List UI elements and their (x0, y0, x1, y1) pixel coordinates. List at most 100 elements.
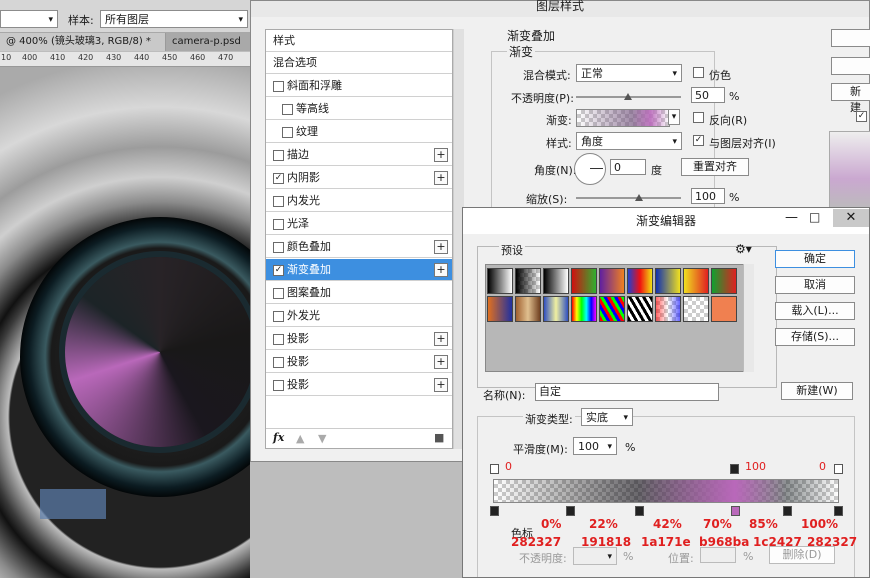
style-item-inner-shadow[interactable]: ✓ 内阴影 + (266, 167, 452, 189)
gradient-ok-button[interactable]: 确定 (775, 250, 855, 268)
gear-icon[interactable]: ⚙▾ (735, 242, 752, 256)
checkbox[interactable] (273, 150, 284, 161)
preset-swatch[interactable] (627, 296, 653, 322)
gradient-type-select[interactable]: 实底 ▾ (581, 408, 633, 426)
checkbox[interactable] (273, 357, 284, 368)
preset-swatch[interactable] (543, 296, 569, 322)
checkbox-checked[interactable]: ✓ (273, 265, 284, 276)
dither-checkbox[interactable] (693, 67, 704, 78)
new-style-button[interactable]: 新建 (831, 83, 870, 114)
close-button[interactable]: ✕ (833, 209, 869, 227)
checkbox-checked[interactable]: ✓ (273, 173, 284, 184)
opacity-input[interactable]: 50 (691, 87, 725, 103)
add-icon[interactable]: + (434, 378, 448, 392)
checkbox[interactable] (273, 380, 284, 391)
gradient-picker[interactable] (576, 109, 670, 127)
opacity-stop[interactable] (490, 464, 499, 474)
checkbox[interactable] (282, 127, 293, 138)
preset-swatch[interactable] (711, 296, 737, 322)
image-canvas[interactable] (0, 67, 250, 578)
gradient-dropdown-button[interactable]: ▾ (668, 109, 680, 125)
opacity-stop[interactable] (834, 464, 843, 474)
checkbox[interactable] (273, 288, 284, 299)
doc-tab-active[interactable]: @ 400% (镜头玻璃3, RGB/8) * (0, 33, 165, 51)
checkbox[interactable] (273, 242, 284, 253)
add-icon[interactable]: + (434, 332, 448, 346)
gradient-bar[interactable] (493, 479, 839, 503)
preset-swatch[interactable] (655, 296, 681, 322)
style-item-gradient-overlay[interactable]: ✓ 渐变叠加 + (266, 259, 452, 281)
cancel-button[interactable] (831, 57, 870, 75)
checkbox[interactable] (273, 334, 284, 345)
style-item-outer-glow[interactable]: 外发光 (266, 305, 452, 327)
name-input[interactable]: 自定 (535, 383, 719, 401)
style-item-styles[interactable]: 样式 (266, 30, 452, 52)
preset-swatch[interactable] (627, 268, 653, 294)
add-icon[interactable]: + (434, 240, 448, 254)
opacity-slider-handle[interactable] (624, 93, 632, 100)
stop-opacity-select[interactable]: ▾ (573, 547, 617, 565)
angle-input[interactable]: 0 (610, 159, 646, 175)
scale-input[interactable]: 100 (691, 188, 725, 204)
style-item-stroke[interactable]: 描边 + (266, 144, 452, 166)
style-item-blending[interactable]: 混合选项 (266, 52, 452, 74)
reset-align-button[interactable]: 重置对齐 (681, 158, 749, 176)
smoothness-select[interactable]: 100 ▾ (573, 437, 617, 455)
preset-swatch[interactable] (543, 268, 569, 294)
checkbox[interactable] (273, 311, 284, 322)
style-item-bevel[interactable]: 斜面和浮雕 (266, 75, 452, 97)
sample-dropdown[interactable]: 所有图层 ▾ (100, 10, 248, 28)
preset-swatch[interactable] (655, 268, 681, 294)
preset-swatch[interactable] (683, 268, 709, 294)
checkbox[interactable] (282, 104, 293, 115)
color-stop[interactable] (566, 506, 575, 516)
color-stop[interactable] (490, 506, 499, 516)
preset-swatch[interactable] (711, 268, 737, 294)
color-stop[interactable] (834, 506, 843, 516)
preset-swatch[interactable] (571, 268, 597, 294)
add-icon[interactable]: + (434, 355, 448, 369)
style-item-satin[interactable]: 光泽 (266, 213, 452, 235)
preset-swatch[interactable] (683, 296, 709, 322)
blend-mode-select[interactable]: 正常 ▾ (576, 64, 682, 82)
load-button[interactable]: 载入(L)... (775, 302, 855, 320)
add-icon[interactable]: + (434, 263, 448, 277)
maximize-icon[interactable]: □ (809, 210, 820, 224)
reverse-checkbox[interactable] (693, 112, 704, 123)
color-stop[interactable] (783, 506, 792, 516)
ok-button[interactable] (831, 29, 870, 47)
style-item-drop-shadow-1[interactable]: 投影 + (266, 328, 452, 350)
preset-swatch[interactable] (487, 268, 513, 294)
doc-tab-camera[interactable]: camera-p.psd (166, 33, 250, 51)
preset-swatch[interactable] (515, 268, 541, 294)
style-item-texture[interactable]: 纹理 (266, 121, 452, 143)
opacity-stop[interactable] (730, 464, 739, 474)
checkbox[interactable] (273, 81, 284, 92)
checkbox[interactable] (273, 219, 284, 230)
new-gradient-button[interactable]: 新建(W) (781, 382, 853, 400)
options-dropdown-left[interactable]: ▾ (0, 10, 58, 28)
minimize-icon[interactable]: — (785, 210, 798, 225)
preset-swatch[interactable] (515, 296, 541, 322)
color-stop-selected[interactable] (731, 506, 740, 516)
style-item-inner-glow[interactable]: 内发光 (266, 190, 452, 212)
style-item-drop-shadow-2[interactable]: 投影 + (266, 351, 452, 373)
preset-swatch[interactable] (599, 296, 625, 322)
save-button[interactable]: 存储(S)... (775, 328, 855, 346)
style-item-pattern-overlay[interactable]: 图案叠加 (266, 282, 452, 304)
preset-swatch[interactable] (599, 268, 625, 294)
align-layer-checkbox[interactable]: ✓ (693, 135, 704, 146)
angle-dial[interactable] (574, 153, 606, 185)
style-item-color-overlay[interactable]: 颜色叠加 + (266, 236, 452, 258)
preset-swatch[interactable] (487, 296, 513, 322)
preview-checkbox[interactable]: ✓ (856, 111, 867, 122)
style-item-contour[interactable]: 等高线 (266, 98, 452, 120)
move-down-icon[interactable]: ▼ (318, 432, 326, 445)
color-stop[interactable] (635, 506, 644, 516)
scale-slider-handle[interactable] (635, 194, 643, 201)
style-item-drop-shadow-3[interactable]: 投影 + (266, 374, 452, 396)
fx-icon[interactable]: fx (273, 431, 284, 444)
preset-swatch[interactable] (571, 296, 597, 322)
gradient-cancel-button[interactable]: 取消 (775, 276, 855, 294)
trash-icon[interactable]: ■ (434, 431, 444, 444)
